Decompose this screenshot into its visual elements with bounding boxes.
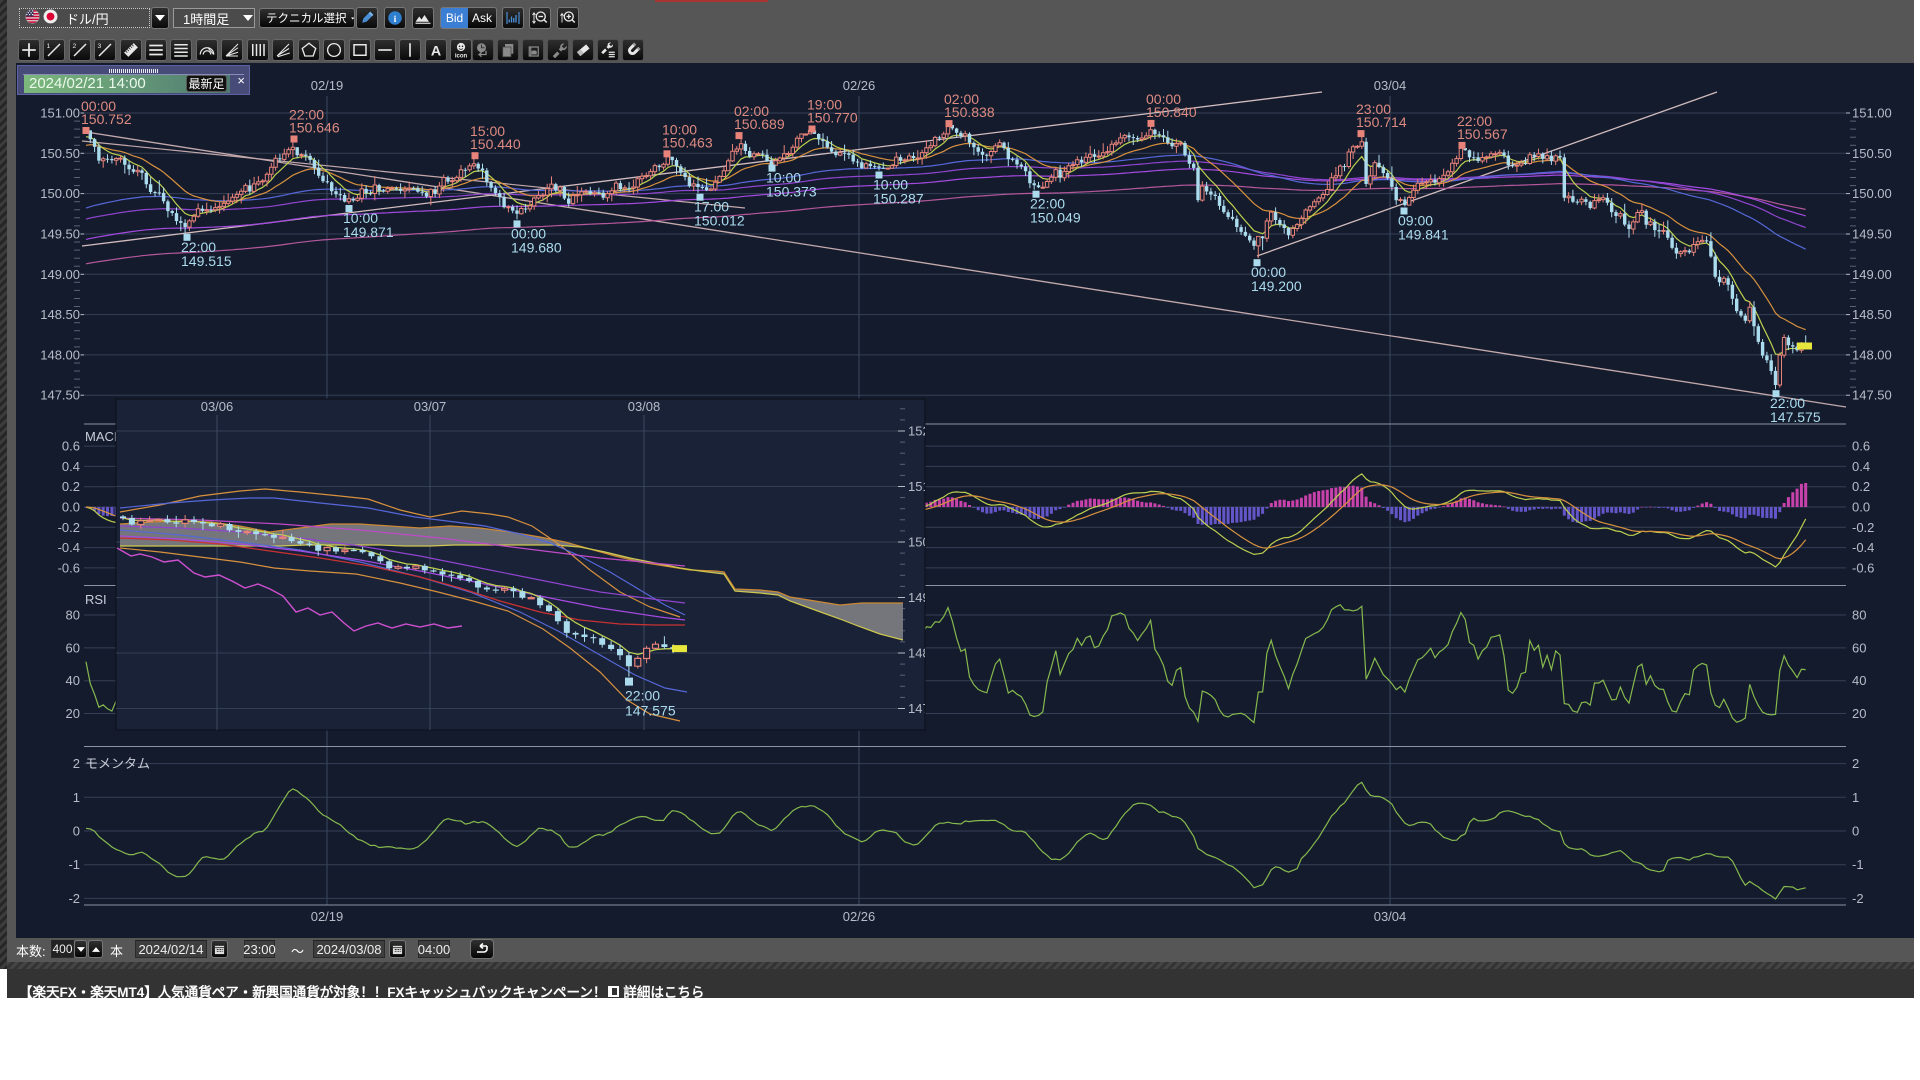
svg-text:150.646: 150.646 — [289, 120, 340, 136]
svg-text:150.770: 150.770 — [807, 110, 858, 126]
svg-text:22:00: 22:00 — [625, 688, 660, 704]
svg-text:2: 2 — [73, 756, 80, 771]
svg-text:80: 80 — [66, 608, 80, 623]
svg-text:-0.2: -0.2 — [1852, 520, 1874, 535]
svg-text:-2: -2 — [68, 891, 80, 906]
svg-text:150.440: 150.440 — [470, 136, 521, 152]
svg-text:147.575: 147.575 — [1770, 409, 1821, 425]
svg-text:20: 20 — [1852, 706, 1866, 721]
svg-text:0.6: 0.6 — [62, 439, 80, 454]
svg-text:147.575: 147.575 — [625, 703, 676, 719]
svg-text:0.4: 0.4 — [62, 459, 80, 474]
svg-text:150.049: 150.049 — [1030, 210, 1081, 226]
svg-text:150.714: 150.714 — [1356, 114, 1407, 130]
svg-text:80: 80 — [1852, 608, 1866, 623]
svg-text:03/04: 03/04 — [1374, 78, 1407, 93]
svg-text:1: 1 — [1852, 790, 1859, 805]
svg-text:0.0: 0.0 — [1852, 500, 1870, 515]
svg-text:-1: -1 — [1852, 857, 1864, 872]
svg-text:148.00: 148.00 — [1852, 347, 1892, 362]
svg-text:60: 60 — [1852, 640, 1866, 655]
svg-text:149.680: 149.680 — [511, 239, 562, 255]
svg-text:-2: -2 — [1852, 891, 1864, 906]
svg-text:149.00: 149.00 — [1852, 267, 1892, 282]
svg-text:150.00: 150.00 — [40, 186, 80, 201]
svg-text:149.871: 149.871 — [343, 224, 394, 240]
svg-text:150.752: 150.752 — [81, 111, 132, 127]
svg-text:60: 60 — [66, 640, 80, 655]
svg-text:150.838: 150.838 — [944, 104, 995, 120]
svg-text:149.50: 149.50 — [1852, 227, 1892, 242]
svg-text:0.4: 0.4 — [1852, 459, 1870, 474]
svg-text:-0.4: -0.4 — [1852, 540, 1874, 555]
svg-text:150.50: 150.50 — [40, 146, 80, 161]
svg-text:149.515: 149.515 — [181, 253, 232, 269]
svg-text:149.841: 149.841 — [1398, 227, 1449, 243]
svg-text:2: 2 — [73, 43, 77, 50]
svg-text:icon: icon — [455, 54, 468, 60]
svg-text:03/06: 03/06 — [201, 399, 234, 414]
svg-text:モメンタム: モメンタム — [85, 756, 150, 771]
svg-text:0.2: 0.2 — [62, 479, 80, 494]
svg-text:40: 40 — [1852, 673, 1866, 688]
svg-text:0: 0 — [73, 824, 80, 839]
svg-text:i: i — [394, 14, 397, 25]
svg-text:-0.4: -0.4 — [58, 540, 80, 555]
svg-text:150.012: 150.012 — [694, 213, 745, 229]
svg-text:20: 20 — [66, 706, 80, 721]
svg-text:-0.2: -0.2 — [58, 520, 80, 535]
svg-text:1: 1 — [73, 790, 80, 805]
svg-text:151.00: 151.00 — [40, 106, 80, 121]
svg-text:150.463: 150.463 — [662, 134, 713, 150]
svg-text:150.50: 150.50 — [1852, 146, 1892, 161]
svg-text:150.287: 150.287 — [873, 191, 924, 207]
svg-text:03/07: 03/07 — [414, 399, 447, 414]
svg-text:147.50: 147.50 — [1852, 388, 1892, 403]
svg-text:RSI: RSI — [85, 592, 107, 607]
svg-text:03/04: 03/04 — [1374, 909, 1407, 924]
svg-text:-0.6: -0.6 — [58, 560, 80, 575]
svg-text:150.689: 150.689 — [734, 116, 785, 132]
svg-text:2: 2 — [1852, 756, 1859, 771]
svg-text:148.50: 148.50 — [1852, 307, 1892, 322]
svg-text:149.50: 149.50 — [40, 227, 80, 242]
svg-text:0.6: 0.6 — [1852, 439, 1870, 454]
svg-text:40: 40 — [66, 673, 80, 688]
svg-text:149.200: 149.200 — [1251, 278, 1302, 294]
svg-text:02/19: 02/19 — [311, 909, 344, 924]
svg-text:150.373: 150.373 — [766, 184, 817, 200]
svg-text:147.50: 147.50 — [40, 388, 80, 403]
svg-text:A: A — [431, 43, 441, 59]
svg-text:1: 1 — [47, 43, 51, 50]
svg-text:150.840: 150.840 — [1146, 104, 1197, 120]
svg-text:148.50: 148.50 — [40, 307, 80, 322]
svg-text:150.567: 150.567 — [1457, 126, 1508, 142]
svg-text:02/19: 02/19 — [311, 78, 344, 93]
svg-text:151.00: 151.00 — [1852, 106, 1892, 121]
svg-text:-1: -1 — [68, 857, 80, 872]
svg-text:149.00: 149.00 — [40, 267, 80, 282]
svg-text:150.00: 150.00 — [1852, 186, 1892, 201]
svg-text:0.2: 0.2 — [1852, 479, 1870, 494]
svg-text:3: 3 — [98, 43, 102, 50]
svg-text:0.0: 0.0 — [62, 500, 80, 515]
svg-text:02/26: 02/26 — [843, 78, 876, 93]
svg-text:02/26: 02/26 — [843, 909, 876, 924]
svg-text:-0.6: -0.6 — [1852, 560, 1874, 575]
svg-text:03/08: 03/08 — [628, 399, 661, 414]
svg-text:0: 0 — [1852, 824, 1859, 839]
svg-text:148.00: 148.00 — [40, 347, 80, 362]
